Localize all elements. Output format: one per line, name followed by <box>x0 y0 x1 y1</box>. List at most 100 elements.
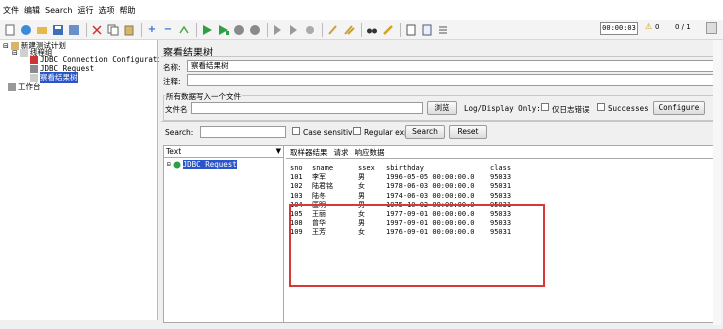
search-button[interactable]: Search <box>405 125 445 139</box>
new-plan-icon[interactable] <box>3 23 17 37</box>
table-cell: 95033 <box>490 173 512 182</box>
toggle-icon[interactable] <box>177 23 191 37</box>
log-display-label: Log/Display Only: <box>464 104 541 113</box>
table-cell: 1996-05-05 00:00:00.0 <box>386 173 475 182</box>
table-cell: sname <box>312 164 334 172</box>
configure-button[interactable]: Configure <box>653 101 705 115</box>
table-cell: sbirthday <box>386 164 424 172</box>
open-folder-icon[interactable] <box>35 23 49 37</box>
name-field[interactable]: 察看结果树 <box>187 60 715 72</box>
filename-field[interactable] <box>191 102 423 114</box>
menu-run[interactable]: 运行 <box>77 5 93 16</box>
reset-button[interactable]: Reset <box>449 125 487 139</box>
results-pane: Text ▼ ⊟ JDBC Request 取样器结果 请求 响应数据 sno s… <box>163 145 718 323</box>
toolbar-separator <box>141 22 142 37</box>
copy-icon[interactable] <box>106 23 120 37</box>
collapse-toggle[interactable]: ⊟ <box>3 42 9 50</box>
successes-label: Successes <box>608 104 649 113</box>
menu-search[interactable]: Search <box>45 6 72 15</box>
table-cell: ssex <box>358 164 375 172</box>
reset-search-icon[interactable] <box>381 23 395 37</box>
shutdown-icon[interactable] <box>248 23 262 37</box>
remote-start-all-icon[interactable] <box>287 23 301 37</box>
menu-options[interactable]: 选项 <box>98 5 114 16</box>
write-all-label: 所有数据写入一个文件 <box>165 91 242 102</box>
search-label: Search: <box>165 128 194 137</box>
elapsed-timer: 00:00:03 <box>600 22 638 35</box>
table-cell: 95033 <box>490 191 512 200</box>
cut-icon[interactable] <box>90 23 104 37</box>
renderer-select[interactable]: Text ▼ <box>164 146 284 158</box>
errors-only-checkbox[interactable] <box>541 103 549 111</box>
table-cell: 女 <box>358 182 365 191</box>
table-row: 102 陆君铭 女 1978-06-03 00:00:00.0 95031 <box>290 182 530 191</box>
comment-label: 注释: <box>163 77 181 86</box>
comment-field[interactable] <box>187 74 715 86</box>
toolbar-separator <box>86 22 87 37</box>
chevron-down-icon[interactable]: ▼ <box>276 146 281 157</box>
toolbar-separator <box>361 22 362 37</box>
highlight-box <box>289 204 545 287</box>
active-threads: 0 / 1 <box>675 23 691 31</box>
browse-button[interactable]: 浏览 <box>427 101 457 115</box>
table-cell: 陆冬 <box>312 191 326 200</box>
tree-node-jdbc-connection-config[interactable]: JDBC Connection Configurati <box>30 55 162 64</box>
collapse-icon[interactable]: − <box>161 23 175 37</box>
expand-icon[interactable]: + <box>145 23 159 37</box>
templates-icon[interactable] <box>19 23 33 37</box>
warning-icon[interactable]: ⚠ <box>645 22 652 31</box>
table-cell: 男 <box>358 191 365 200</box>
regex-checkbox[interactable] <box>353 127 361 135</box>
save-as-icon[interactable] <box>67 23 81 37</box>
tree-node-workbench[interactable]: 工作台 <box>8 81 41 92</box>
remote-start-icon[interactable] <box>271 23 285 37</box>
divider <box>161 121 716 122</box>
sample-result-node[interactable]: ⊟ JDBC Request <box>167 160 237 169</box>
toolbar-separator <box>196 22 197 37</box>
test-plan-tree: ⊟ 新建测试计划 ⊟ 线程组 JDBC Connection Configura… <box>0 40 162 320</box>
workbench-icon <box>8 82 16 91</box>
list-icon[interactable] <box>436 23 450 37</box>
successes-checkbox[interactable] <box>597 103 605 111</box>
collapse-toggle[interactable]: ⊟ <box>12 49 18 57</box>
save-icon[interactable] <box>51 23 65 37</box>
success-shield-icon <box>173 161 181 168</box>
table-cell: 103 <box>290 191 303 200</box>
view-results-tree-panel: 察看结果树 名称: 察看结果树 注释: 所有数据写入一个文件 文件名 浏览 Lo… <box>159 40 723 325</box>
start-no-pauses-icon[interactable] <box>216 23 230 37</box>
divider <box>161 56 716 57</box>
paste-icon[interactable] <box>122 23 136 37</box>
renderer-selected: Text <box>166 147 182 156</box>
search-input[interactable] <box>200 126 286 138</box>
table-row: 103 陆冬 男 1974-06-03 00:00:00.0 95033 <box>290 192 530 201</box>
table-cell: 陆君铭 <box>312 182 333 191</box>
vertical-scrollbar[interactable] <box>713 40 721 325</box>
clear-icon[interactable] <box>326 23 340 37</box>
toolbar-separator <box>400 22 401 37</box>
threads-status-icon <box>706 22 717 34</box>
table-cell: 101 <box>290 173 303 182</box>
filename-label: 文件名 <box>165 105 188 114</box>
search-binoculars-icon[interactable] <box>365 23 379 37</box>
collapse-toggle[interactable]: ⊟ <box>167 161 171 168</box>
thread-group-icon <box>19 48 28 57</box>
table-cell: class <box>490 164 512 172</box>
menu-help[interactable]: 帮助 <box>119 5 135 16</box>
menu-file[interactable]: 文件 <box>3 5 19 16</box>
case-sensitive-checkbox[interactable] <box>292 127 300 135</box>
remote-stop-icon[interactable] <box>303 23 317 37</box>
errors-only-label: 仅日志错误 <box>552 105 590 114</box>
table-cell: sno <box>290 164 303 172</box>
clear-all-icon[interactable] <box>342 23 356 37</box>
table-cell: 95031 <box>490 182 512 191</box>
menu-edit[interactable]: 编辑 <box>24 5 40 16</box>
toolbar-separator <box>322 22 323 37</box>
function-helper-icon[interactable] <box>404 23 418 37</box>
table-cell: 1974-06-03 00:00:00.0 <box>386 191 475 200</box>
stop-icon[interactable] <box>232 23 246 37</box>
warning-count: 0 <box>655 23 660 31</box>
help-icon[interactable] <box>420 23 434 37</box>
table-cell: 1978-06-03 00:00:00.0 <box>386 182 475 191</box>
sample-results-tree: ⊟ JDBC Request <box>164 158 284 322</box>
start-icon[interactable] <box>200 23 214 37</box>
